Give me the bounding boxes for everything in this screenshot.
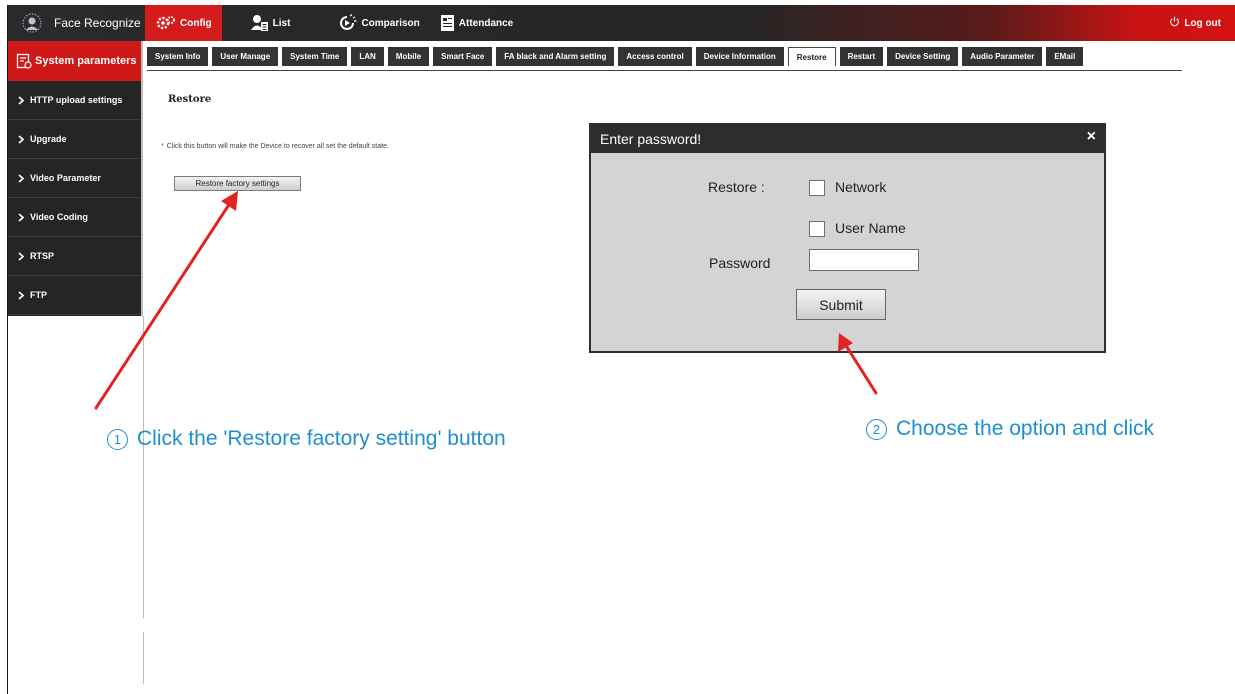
- tab-lan[interactable]: LAN: [351, 47, 384, 66]
- tab-system-time[interactable]: System Time: [282, 47, 348, 66]
- chevron-right-icon: [18, 173, 24, 183]
- sidebar-item-label: Video Coding: [30, 212, 88, 222]
- restore-label: Restore :: [708, 179, 765, 195]
- nav-attendance-label: Attendance: [458, 17, 514, 29]
- network-label: Network: [835, 179, 887, 195]
- face-logo-icon: [18, 10, 46, 36]
- sidebar-item-label: HTTP upload settings: [30, 95, 123, 105]
- callout-text: Choose the option and click: [896, 417, 1154, 440]
- tab-system-info[interactable]: System Info: [147, 47, 209, 66]
- sidebar-item-label: RTSP: [30, 251, 55, 261]
- power-icon: [1169, 16, 1180, 30]
- tab-device-setting[interactable]: Device Setting: [887, 47, 959, 66]
- nav-list-label: List: [272, 17, 291, 29]
- network-checkbox[interactable]: [809, 180, 825, 196]
- nav-comparison-label: Comparison: [361, 17, 420, 29]
- tab-mobile[interactable]: Mobile: [387, 47, 430, 66]
- sidebar-item-upgrade[interactable]: Upgrade: [8, 120, 141, 159]
- restore-hint: * Click this button will make the Device …: [161, 143, 389, 150]
- callout-step1: 1 Click the 'Restore factory setting' bu…: [107, 427, 506, 451]
- chevron-right-icon: [18, 290, 24, 300]
- sidebar-item-video-parameter[interactable]: Video Parameter: [8, 159, 141, 198]
- callout-text: Click the 'Restore factory setting' butt…: [137, 427, 506, 450]
- chevron-right-icon: [18, 212, 24, 222]
- sidebar-border: [141, 41, 143, 316]
- gear-icon: [155, 14, 177, 32]
- tab-email[interactable]: EMail: [1046, 47, 1084, 66]
- tab-bar: System Info User Manage System Time LAN Mobi…: [147, 47, 1182, 71]
- callout-step2: 2 Choose the option and click: [866, 417, 1154, 441]
- divider: [143, 316, 144, 618]
- tab-fa-black-and-alarm-setting[interactable]: FA black and Alarm setting: [496, 47, 615, 66]
- sidebar-item-label: FTP: [30, 290, 47, 300]
- sidebar-item-video-coding[interactable]: Video Coding: [8, 198, 141, 237]
- sidebar-item-http-upload[interactable]: HTTP upload settings: [8, 81, 141, 120]
- submit-button[interactable]: Submit: [796, 289, 886, 320]
- nav-list[interactable]: List: [240, 5, 301, 41]
- tab-audio-parameter[interactable]: Audio Parameter: [962, 47, 1043, 66]
- sidebar-item-label: Upgrade: [30, 134, 67, 144]
- nav-comparison[interactable]: Comparison: [328, 5, 429, 41]
- tab-user-manage[interactable]: User Manage: [212, 47, 279, 66]
- sidebar-title-label: System parameters: [35, 55, 137, 67]
- password-input[interactable]: [809, 249, 919, 271]
- sidebar-item-rtsp[interactable]: RTSP: [8, 237, 141, 276]
- sidebar-item-ftp[interactable]: FTP: [8, 276, 141, 315]
- tab-restart[interactable]: Restart: [839, 47, 884, 66]
- dialog-title: Enter password!: [591, 125, 1104, 153]
- tab-device-information[interactable]: Device Information: [695, 47, 784, 66]
- close-icon[interactable]: ×: [1087, 128, 1096, 146]
- tab-access-control[interactable]: Access control: [618, 47, 692, 66]
- chevron-right-icon: [18, 251, 24, 261]
- document-settings-icon: [16, 53, 32, 69]
- username-label: User Name: [835, 220, 906, 236]
- top-bar: Face Recognize Config List Comparison At…: [8, 5, 1235, 41]
- user-list-icon: [250, 14, 270, 32]
- comparison-icon: [338, 14, 358, 32]
- chevron-right-icon: [18, 95, 24, 105]
- divider: [143, 632, 144, 684]
- attendance-icon: [440, 14, 456, 32]
- brand: Face Recognize: [8, 5, 145, 41]
- chevron-right-icon: [18, 134, 24, 144]
- logout-button[interactable]: Log out: [1169, 16, 1235, 30]
- password-dialog: Enter password! × Restore : Network User…: [589, 123, 1106, 353]
- step-number: 1: [107, 428, 128, 450]
- tab-smart-face[interactable]: Smart Face: [433, 47, 493, 66]
- restore-factory-button[interactable]: Restore factory settings: [174, 176, 301, 191]
- section-title: Restore: [168, 94, 212, 105]
- hint-text: Click this button will make the Device t…: [166, 143, 389, 150]
- nav-attendance[interactable]: Attendance: [430, 5, 523, 41]
- password-label: Password: [709, 255, 771, 271]
- tab-restore[interactable]: Restore: [787, 47, 836, 66]
- brand-name: Face Recognize: [54, 16, 141, 30]
- username-checkbox[interactable]: [809, 221, 825, 237]
- sidebar: System parameters HTTP upload settings U…: [8, 41, 141, 316]
- logout-label: Log out: [1184, 17, 1221, 29]
- sidebar-item-label: Video Parameter: [30, 173, 101, 183]
- nav-config-label: Config: [180, 17, 212, 29]
- sidebar-title[interactable]: System parameters: [8, 41, 141, 81]
- hint-star: *: [161, 143, 164, 150]
- nav-config[interactable]: Config: [145, 5, 222, 41]
- step-number: 2: [866, 418, 887, 440]
